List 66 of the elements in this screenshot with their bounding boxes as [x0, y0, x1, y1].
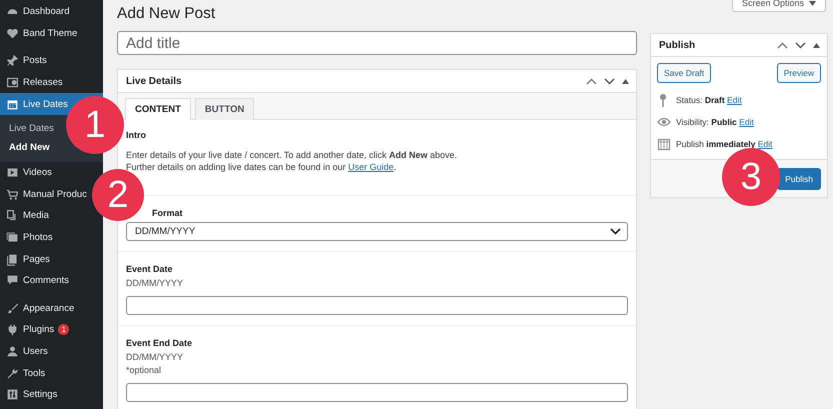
title-field[interactable]: Add title	[117, 31, 637, 55]
field-label: Event Date	[126, 264, 173, 274]
chevron-up-icon	[777, 42, 788, 48]
tab[interactable]: BUTTON	[194, 98, 254, 120]
menu-item[interactable]: Releases	[0, 72, 65, 94]
caret-icon	[809, 0, 816, 6]
menu-item[interactable]: Settings	[0, 384, 60, 406]
menu-item[interactable]: Pages	[0, 248, 52, 270]
edit-link[interactable]: Edit	[739, 117, 754, 127]
paintbrush-icon	[6, 302, 19, 315]
text-field[interactable]	[126, 383, 628, 402]
user-guide-link[interactable]: User Guide	[348, 162, 394, 172]
edit-link[interactable]: Edit	[758, 139, 772, 149]
menu-item[interactable]: Photos	[0, 226, 55, 248]
publish-info: Publish immediately Edit	[676, 139, 772, 149]
eye-icon	[657, 115, 671, 129]
notification-count: 1	[58, 324, 70, 336]
menu-item[interactable]: Appearance	[0, 298, 76, 320]
field-hint: *optional	[126, 365, 162, 375]
submenu-item[interactable]: Live Dates	[0, 118, 57, 138]
user-icon	[6, 345, 19, 358]
photos-icon	[6, 231, 19, 244]
video-icon	[6, 166, 19, 180]
menu-item[interactable]: Videos	[0, 162, 54, 184]
calendar-icon	[657, 137, 671, 151]
publish-info: Visibility: Public Edit	[676, 117, 754, 127]
menu-item[interactable]: Users	[0, 340, 50, 362]
chevron-up-icon	[586, 78, 597, 84]
menu-item[interactable]: Plugins 1	[0, 319, 72, 341]
chevron-down-icon	[795, 42, 806, 48]
menu-item[interactable]: Posts	[0, 50, 49, 72]
panel-title: Publish	[659, 40, 696, 50]
publish-button[interactable]: Publish	[777, 168, 821, 190]
pushpin-icon	[6, 54, 19, 68]
menu-item[interactable]: Comments	[0, 270, 71, 292]
field-hint: DD/MM/YYYY	[126, 278, 184, 288]
save-draft-button[interactable]: Save Draft	[657, 63, 712, 83]
menu-item[interactable]: Manual Produc	[0, 184, 89, 206]
preview-button[interactable]: Preview	[776, 63, 821, 83]
album-icon	[6, 76, 19, 90]
pages-icon	[6, 252, 19, 266]
tab[interactable]: CONTENT	[125, 98, 191, 120]
field-label: Event End Date	[126, 338, 192, 348]
chevron-down-icon	[604, 78, 615, 84]
field-hint: DD/MM/YYYY	[126, 352, 184, 362]
triangle-up-icon	[813, 42, 820, 48]
edit-link[interactable]: Edit	[727, 95, 742, 105]
plug-icon	[6, 323, 19, 336]
publish-info: Status: Draft Edit	[676, 95, 742, 105]
page-title: Add New Post	[117, 5, 216, 23]
chevron-down-icon	[610, 228, 621, 235]
menu-item[interactable]: Dashboard	[0, 1, 72, 23]
menu-item[interactable]: Tools	[0, 362, 48, 384]
text-field[interactable]	[126, 296, 628, 315]
date-format-dropdown[interactable]: DD/MM/YYYY	[126, 222, 628, 241]
menu-item[interactable]: Band Theme	[0, 22, 80, 44]
calendar-icon	[6, 98, 19, 111]
heart-icon	[6, 26, 19, 40]
section-heading: Intro	[126, 130, 146, 140]
field-label: Format	[152, 208, 183, 218]
wrench-icon	[6, 366, 19, 380]
menu-item[interactable]: Media	[0, 205, 51, 227]
submenu-item[interactable]: Add New	[0, 138, 53, 157]
cart-icon	[6, 188, 19, 201]
panel-title: Live Details	[126, 76, 182, 86]
triangle-up-icon	[622, 78, 629, 84]
